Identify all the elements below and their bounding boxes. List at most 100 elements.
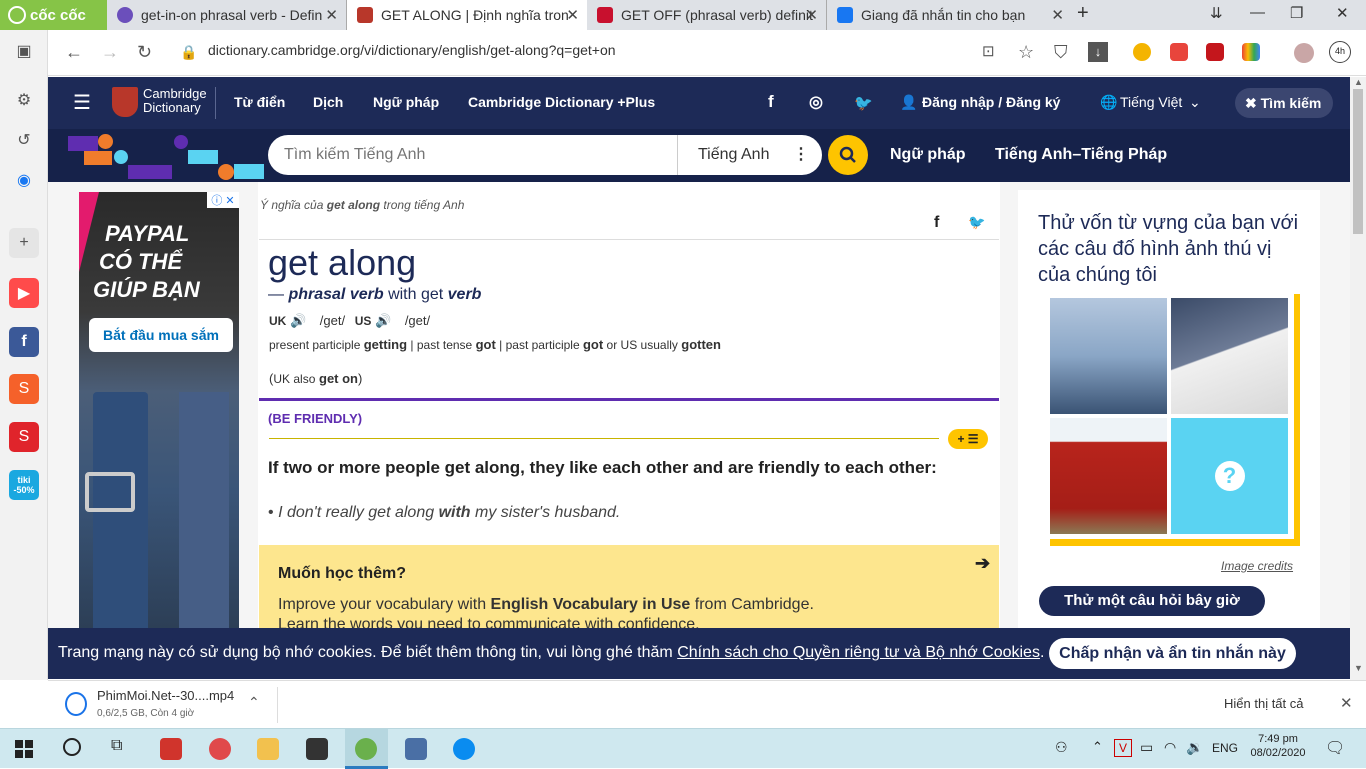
share-twitter-icon[interactable]: 🐦 [968, 214, 985, 231]
more-options-icon[interactable]: ⋮ [793, 135, 809, 175]
add-app-icon[interactable]: + [9, 228, 39, 258]
quiz-image-windmill[interactable] [1171, 298, 1288, 414]
clock[interactable]: 7:49 pm 08/02/2020 [1248, 733, 1308, 759]
quiz-mystery-tile[interactable]: ? [1171, 418, 1288, 534]
tab-get-along[interactable]: GET ALONG | Định nghĩa tron ✕ [347, 0, 587, 30]
verb-link[interactable]: verb [448, 286, 482, 303]
translate-icon[interactable]: ⊡ [982, 42, 995, 60]
hamburger-menu-icon[interactable]: ☰ [73, 93, 91, 113]
search-scope-select[interactable]: Tiếng Anh ⋮ [677, 135, 822, 175]
adchoices-icon[interactable]: ⓘ ✕ [207, 192, 239, 208]
globe-icon[interactable]: 🌐 [1100, 94, 1117, 111]
book-title[interactable]: English Vocabulary in Use [491, 596, 691, 613]
tab-facebook[interactable]: Giang đã nhắn tin cho bạn ✕ [827, 0, 1072, 30]
start-quiz-button[interactable]: Thử một câu hỏi bây giờ [1039, 586, 1265, 616]
facebook-icon[interactable]: f [9, 327, 39, 357]
taskbar-active-app[interactable] [345, 729, 388, 769]
battery-icon[interactable]: ▭ [1140, 739, 1153, 756]
windows-start-icon[interactable] [15, 740, 33, 758]
close-window-button[interactable]: ✕ [1336, 4, 1349, 22]
accept-cookies-button[interactable]: Chấp nhận và ẩn tin nhắn này [1049, 638, 1296, 669]
scroll-up-icon[interactable]: ▲ [1354, 77, 1363, 87]
twitter-icon[interactable]: 🐦 [854, 94, 873, 112]
volume-icon[interactable]: 🔉 [1186, 739, 1203, 756]
search-box[interactable]: Tiếng Anh ⋮ [268, 135, 822, 175]
privacy-policy-link[interactable]: Chính sách cho Quyền riêng tư và Bộ nhớ … [677, 644, 1040, 661]
reload-button[interactable]: ↻ [137, 42, 152, 63]
zalo-icon[interactable] [453, 738, 475, 760]
download-filename[interactable]: PhimMoi.Net--30....mp4 [97, 688, 234, 703]
close-download-bar-icon[interactable]: ✕ [1340, 694, 1353, 712]
shield-icon[interactable]: ⛉ [1054, 42, 1068, 63]
close-tab-icon[interactable]: ✕ [805, 6, 818, 24]
url-field[interactable]: dictionary.cambridge.org/vi/dictionary/e… [208, 42, 616, 58]
close-tab-icon[interactable]: ✕ [1051, 6, 1064, 24]
login-link[interactable]: Đăng nhập / Đăng ký [922, 94, 1060, 110]
grammar-link[interactable]: Ngữ pháp [890, 146, 966, 164]
sidebar-toggle-icon[interactable]: ▣ [9, 36, 39, 66]
nav-plus[interactable]: Cambridge Dictionary +Plus [468, 94, 655, 110]
site-logo[interactable]: Cambridge Dictionary [143, 87, 207, 115]
add-to-wordlist-button[interactable]: + ☰ [948, 429, 988, 449]
download-icon[interactable]: ↓ [1088, 42, 1108, 62]
close-tab-icon[interactable]: ✕ [325, 6, 338, 24]
advertisement[interactable]: ⓘ ✕ PAYPAL CÓ THỂ GIÚP BẠN Bắt đầu mua s… [79, 192, 239, 628]
nav-grammar[interactable]: Ngữ pháp [373, 94, 439, 110]
input-language[interactable]: ENG [1212, 741, 1238, 755]
extension-icon[interactable] [1242, 43, 1260, 61]
wifi-icon[interactable]: ◠ [1164, 739, 1176, 756]
uk-audio-icon[interactable]: 🔊 [290, 313, 306, 328]
quiz-image-barn[interactable] [1050, 418, 1167, 534]
taskbar-app-icon[interactable] [405, 738, 427, 760]
nav-translate[interactable]: Dịch [313, 94, 343, 110]
ad-cta-button[interactable]: Bắt đầu mua sắm [89, 318, 233, 352]
search-input[interactable] [284, 135, 664, 175]
tab-get-off[interactable]: GET OFF (phrasal verb) definit ✕ [587, 0, 827, 30]
scrollbar-thumb[interactable] [1353, 89, 1363, 234]
chevron-down-icon[interactable]: ⌄ [1189, 94, 1201, 111]
arrow-right-icon[interactable]: ➔ [975, 553, 990, 574]
bookmark-star-icon[interactable]: ☆ [1018, 42, 1034, 63]
extension-icon[interactable] [1133, 43, 1151, 61]
history-icon[interactable]: ↺ [9, 125, 39, 155]
page-scrollbar[interactable]: ▲ ▼ [1350, 77, 1366, 680]
youtube-icon[interactable]: ▶ [9, 278, 39, 308]
taskbar-app-icon[interactable] [306, 738, 328, 760]
timer-icon[interactable]: 4h [1329, 41, 1351, 63]
new-tab-button[interactable]: + [1077, 2, 1089, 25]
share-facebook-icon[interactable]: f [934, 214, 939, 232]
back-button[interactable]: ← [65, 42, 83, 63]
taskbar-app-icon[interactable] [209, 738, 231, 760]
extension-icon[interactable] [1206, 43, 1224, 61]
maximize-button[interactable]: ❐ [1290, 4, 1303, 22]
scroll-down-icon[interactable]: ▼ [1354, 663, 1363, 673]
taskbar-app-icon[interactable] [160, 738, 182, 760]
english-french-link[interactable]: Tiếng Anh–Tiếng Pháp [995, 146, 1167, 164]
people-icon[interactable]: ⚇ [1055, 739, 1068, 756]
avatar[interactable] [1294, 43, 1314, 63]
cortana-search-icon[interactable] [63, 738, 81, 756]
adblock-icon[interactable] [1170, 43, 1188, 61]
search-button[interactable] [828, 135, 868, 175]
tiki-icon[interactable]: tiki -50% [9, 470, 39, 500]
language-select[interactable]: Tiếng Việt [1120, 94, 1182, 110]
part-of-speech[interactable]: phrasal verb [288, 286, 383, 303]
forward-button[interactable]: → [101, 42, 119, 63]
user-icon[interactable]: 👤 [900, 94, 917, 111]
close-tab-icon[interactable]: ✕ [566, 6, 579, 24]
search-toggle-button[interactable]: ✖ Tìm kiếm [1235, 88, 1333, 118]
sendo-icon[interactable]: S [9, 422, 39, 452]
tray-chevron-icon[interactable]: ⌃ [1092, 739, 1103, 755]
task-view-icon[interactable]: ⧉ [111, 737, 122, 755]
show-all-downloads-button[interactable]: Hiển thị tất cả [1224, 696, 1304, 711]
nav-dictionary[interactable]: Từ điển [234, 94, 285, 110]
coccoc-menu-button[interactable]: cốc cốc [0, 0, 107, 30]
learn-more-box[interactable]: Muốn học thêm? ➔ Improve your vocabulary… [259, 545, 999, 628]
image-credits-link[interactable]: Image credits [1221, 559, 1293, 573]
messenger-icon[interactable]: ◉ [9, 165, 39, 195]
chevron-up-icon[interactable]: ⌃ [248, 694, 260, 711]
us-audio-icon[interactable]: 🔊 [375, 313, 391, 328]
lock-icon[interactable]: 🔒 [180, 44, 197, 61]
instagram-icon[interactable]: ◎ [809, 92, 823, 112]
notifications-icon[interactable]: 🗨 [1325, 738, 1345, 758]
